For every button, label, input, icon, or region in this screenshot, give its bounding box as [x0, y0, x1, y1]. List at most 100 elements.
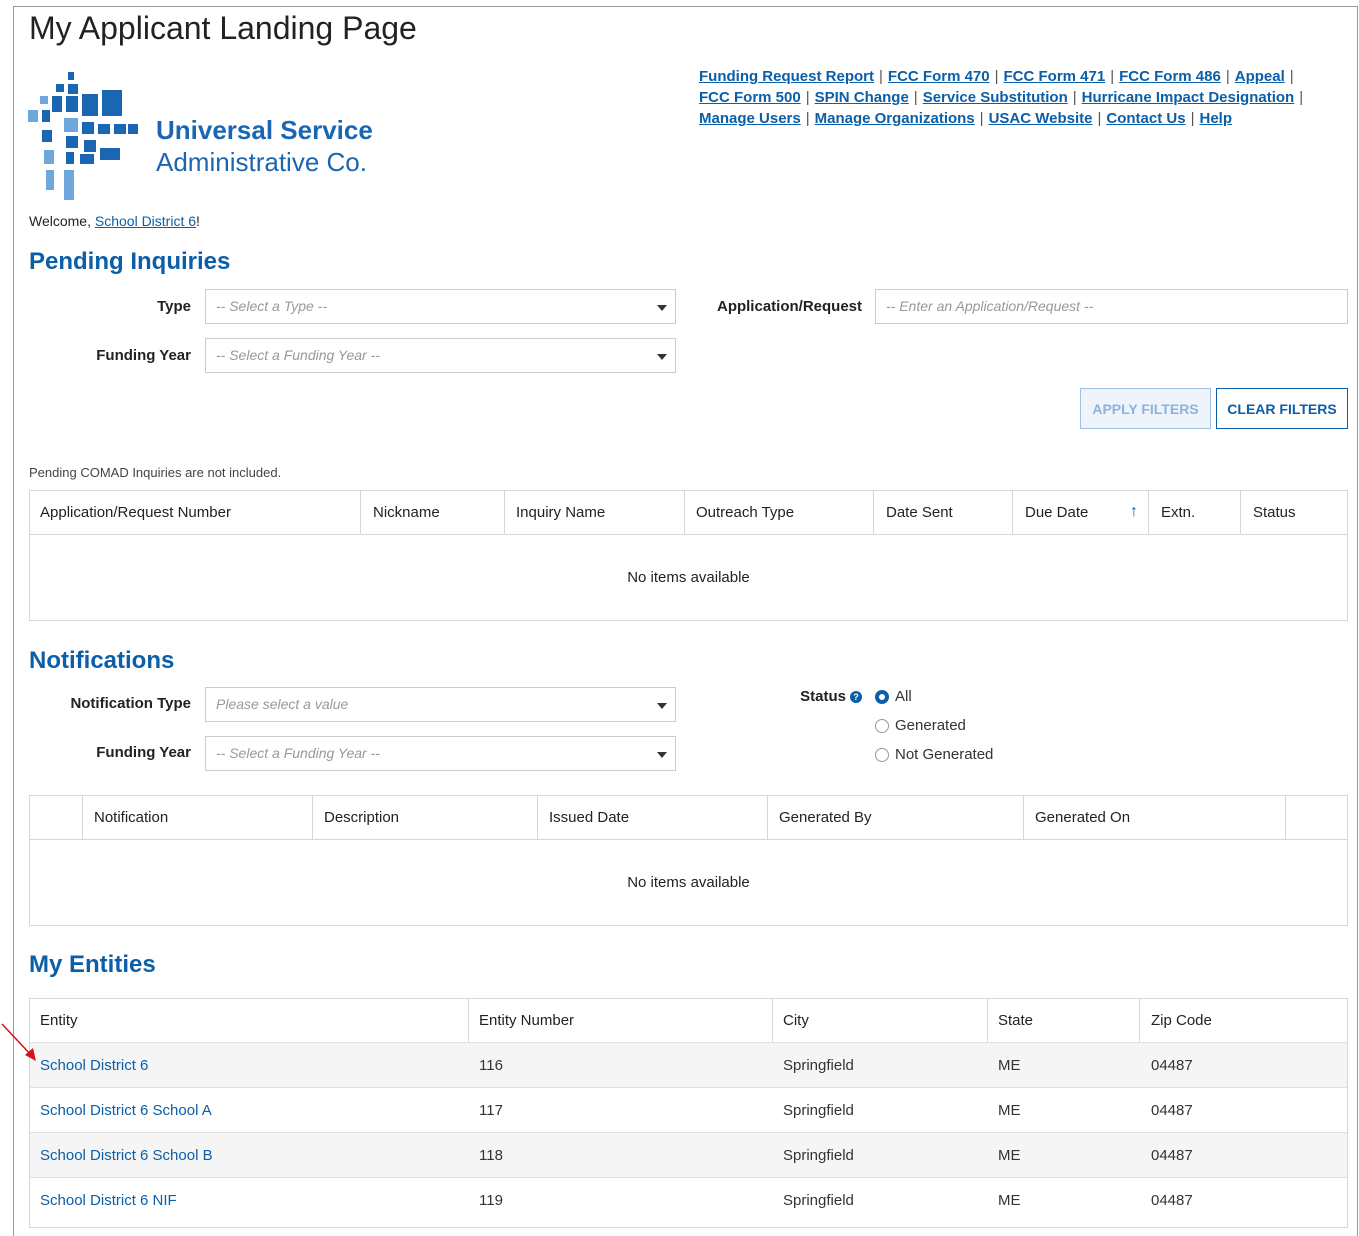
entity-zip: 04487	[1151, 1101, 1193, 1119]
col-outreach-type[interactable]: Outreach Type	[686, 491, 874, 534]
col-inquiry-name[interactable]: Inquiry Name	[506, 491, 684, 534]
col-date-sent[interactable]: Date Sent	[876, 491, 1012, 534]
radio-icon[interactable]	[875, 747, 889, 762]
help-icon[interactable]: ?	[850, 691, 862, 704]
link-fcc-form-471[interactable]: FCC Form 471	[1004, 68, 1106, 85]
col-entity[interactable]: Entity	[30, 999, 466, 1042]
clear-filters-button[interactable]: CLEAR FILTERS	[1216, 388, 1348, 429]
welcome-user-link[interactable]: School District 6	[95, 213, 196, 229]
logo-text-line2: Administrative Co.	[156, 147, 367, 177]
col-generated-on[interactable]: Generated On	[1025, 796, 1285, 839]
col-issued-date[interactable]: Issued Date	[539, 796, 767, 839]
type-select-placeholder: -- Select a Type --	[216, 298, 327, 314]
col-due-date[interactable]: Due Date	[1015, 491, 1115, 534]
radio-selected-icon[interactable]	[875, 689, 889, 704]
col-zip-code[interactable]: Zip Code	[1141, 999, 1341, 1042]
link-fcc-form-486[interactable]: FCC Form 486	[1119, 68, 1221, 85]
chevron-down-icon	[657, 703, 667, 709]
grid-header: Application/Request Number Nickname Inqu…	[30, 491, 1347, 535]
funding-year-select[interactable]: -- Select a Funding Year --	[205, 338, 676, 373]
status-label-group: Status?	[780, 688, 862, 705]
logo-text-line1: Universal Service	[156, 115, 373, 145]
notifications-heading: Notifications	[29, 647, 175, 674]
entity-zip: 04487	[1151, 1191, 1193, 1209]
page-title: My Applicant Landing Page	[29, 10, 417, 46]
entity-link[interactable]: School District 6 NIF	[40, 1192, 177, 1209]
entity-number: 119	[479, 1191, 503, 1209]
entity-number: 117	[479, 1101, 503, 1119]
application-request-label: Application/Request	[716, 298, 862, 315]
notification-funding-year-select[interactable]: -- Select a Funding Year --	[205, 736, 676, 771]
notifications-empty-message: No items available	[627, 874, 750, 891]
entity-state: ME	[998, 1191, 1021, 1209]
welcome-prefix: Welcome,	[29, 213, 95, 229]
entity-link[interactable]: School District 6	[40, 1057, 148, 1074]
link-funding-request-report[interactable]: Funding Request Report	[699, 68, 874, 85]
entity-zip: 04487	[1151, 1146, 1193, 1164]
type-select[interactable]: -- Select a Type --	[205, 289, 676, 324]
notification-type-placeholder: Please select a value	[216, 696, 349, 712]
status-option-not-generated: Not Generated	[895, 746, 994, 763]
col-status[interactable]: Status	[1243, 491, 1343, 534]
entity-city: Springfield	[783, 1056, 854, 1074]
entity-city: Springfield	[783, 1101, 854, 1119]
col-extn[interactable]: Extn.	[1151, 491, 1239, 534]
link-spin-change[interactable]: SPIN Change	[815, 89, 909, 106]
col-application-request-number[interactable]: Application/Request Number	[30, 491, 360, 534]
apply-filters-button[interactable]: APPLY FILTERS	[1080, 388, 1211, 429]
status-option-generated: Generated	[895, 717, 966, 734]
entity-number: 118	[479, 1146, 503, 1164]
application-request-placeholder: -- Enter an Application/Request --	[886, 298, 1094, 314]
status-label: Status	[800, 688, 846, 705]
link-usac-website[interactable]: USAC Website	[989, 110, 1093, 127]
status-radio-generated[interactable]: Generated	[875, 717, 966, 734]
col-description[interactable]: Description	[314, 796, 536, 839]
col-nickname[interactable]: Nickname	[363, 491, 503, 534]
status-radio-not-generated[interactable]: Not Generated	[875, 746, 993, 763]
grid-header: Entity Entity Number City State Zip Code	[30, 999, 1347, 1043]
funding-year-placeholder: -- Select a Funding Year --	[216, 347, 380, 363]
status-radio-all[interactable]: All	[875, 688, 912, 705]
top-nav-links: Funding Request Report | FCC Form 470 | FCC …	[699, 68, 1304, 127]
chevron-down-icon	[657, 305, 667, 311]
entity-city: Springfield	[783, 1191, 854, 1209]
link-fcc-form-500[interactable]: FCC Form 500	[699, 89, 801, 106]
grid-header: Notification Description Issued Date Gen…	[30, 796, 1347, 840]
notifications-grid: Notification Description Issued Date Gen…	[29, 795, 1348, 926]
radio-icon[interactable]	[875, 718, 889, 733]
entity-link[interactable]: School District 6 School A	[40, 1102, 212, 1119]
welcome-suffix: !	[196, 213, 200, 229]
link-manage-organizations[interactable]: Manage Organizations	[815, 110, 975, 127]
col-notification[interactable]: Notification	[84, 796, 312, 839]
col-city[interactable]: City	[773, 999, 986, 1042]
link-hurricane-impact[interactable]: Hurricane Impact Designation	[1082, 89, 1295, 106]
link-appeal[interactable]: Appeal	[1235, 68, 1285, 85]
sort-asc-icon[interactable]: ↑	[1130, 503, 1138, 521]
status-option-all: All	[895, 688, 912, 705]
my-entities-heading: My Entities	[29, 951, 156, 978]
pending-empty-message: No items available	[627, 569, 750, 586]
entity-state: ME	[998, 1056, 1021, 1074]
entity-number: 116	[479, 1056, 503, 1074]
col-generated-by[interactable]: Generated By	[769, 796, 1023, 839]
notification-funding-year-label: Funding Year	[96, 744, 191, 761]
pending-inquiries-heading: Pending Inquiries	[29, 248, 231, 275]
entity-link[interactable]: School District 6 School B	[40, 1147, 213, 1164]
link-contact-us[interactable]: Contact Us	[1106, 110, 1185, 127]
col-state[interactable]: State	[988, 999, 1139, 1042]
application-request-input[interactable]: -- Enter an Application/Request --	[875, 289, 1348, 324]
link-service-substitution[interactable]: Service Substitution	[923, 89, 1068, 106]
table-row: School District 6 NIF 119 Springfield ME…	[30, 1177, 1347, 1222]
annotation-arrow-icon	[1, 1023, 36, 1061]
entity-city: Springfield	[783, 1146, 854, 1164]
notification-type-select[interactable]: Please select a value	[205, 687, 676, 722]
funding-year-label: Funding Year	[96, 347, 191, 364]
link-help[interactable]: Help	[1199, 110, 1232, 127]
chevron-down-icon	[657, 354, 667, 360]
link-manage-users[interactable]: Manage Users	[699, 110, 801, 127]
col-entity-number[interactable]: Entity Number	[469, 999, 771, 1042]
entities-grid: Entity Entity Number City State Zip Code…	[29, 998, 1348, 1228]
notification-funding-year-placeholder: -- Select a Funding Year --	[216, 745, 380, 761]
link-fcc-form-470[interactable]: FCC Form 470	[888, 68, 990, 85]
welcome-message: Welcome, School District 6!	[29, 213, 200, 229]
